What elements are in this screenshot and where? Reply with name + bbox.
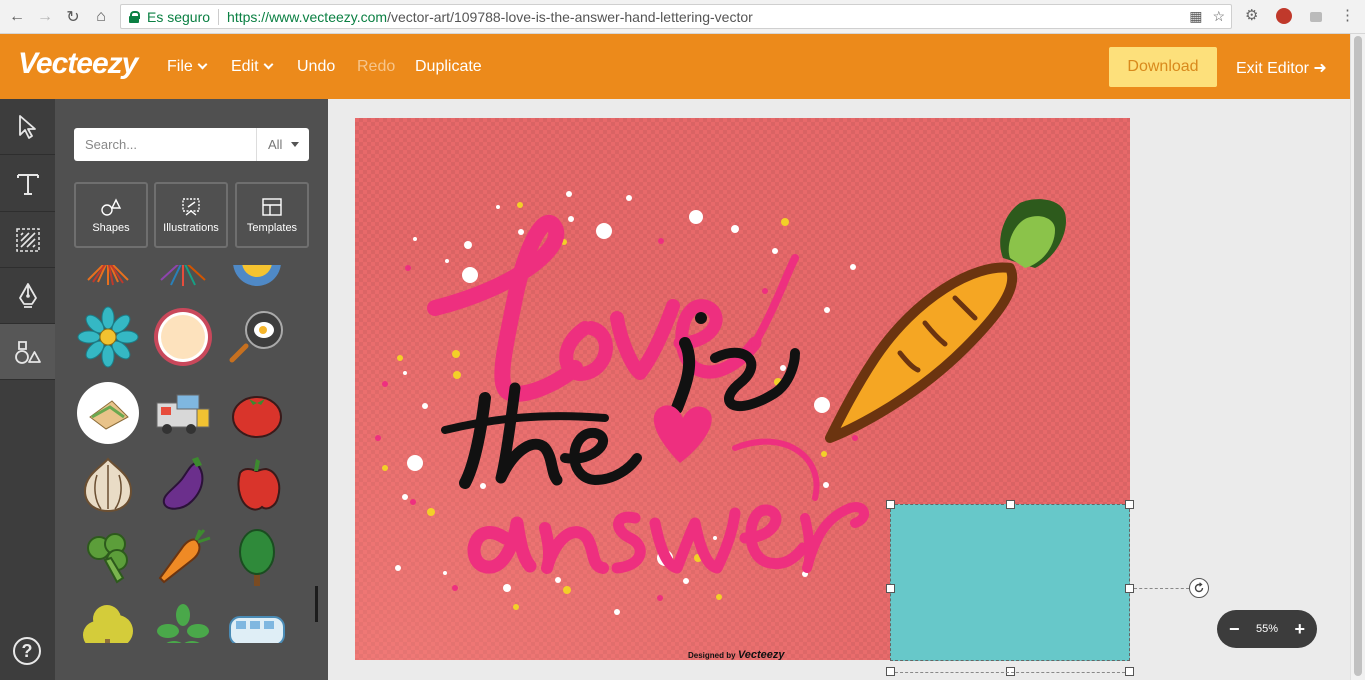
resize-handle-top[interactable] (1006, 500, 1015, 509)
illustrations-category-label: Illustrations (163, 221, 219, 234)
lock-icon (129, 10, 140, 23)
sun-flower-icon[interactable] (224, 265, 290, 293)
undo-button[interactable]: Undo (297, 58, 335, 76)
assets-panel: All Shapes Illustrations Templates (55, 99, 328, 680)
forward-icon[interactable]: → (34, 6, 56, 28)
text-icon (16, 173, 39, 195)
resize-handle-right[interactable] (1125, 584, 1134, 593)
shapes-icon (101, 197, 122, 216)
url-path: /vector-art/109788-love-is-the-answer-ha… (387, 8, 753, 25)
plant-leaves-icon[interactable] (150, 597, 216, 643)
resize-handle-bottom-left[interactable] (886, 667, 895, 676)
panel-scrollbar[interactable] (315, 586, 318, 622)
round-frame-icon[interactable] (150, 304, 216, 370)
pattern-icon (15, 227, 40, 252)
zoom-control: − 55% + (1217, 610, 1317, 648)
pen-tool[interactable] (0, 268, 55, 324)
illustration-icon (182, 197, 200, 216)
help-icon[interactable]: ? (13, 637, 41, 665)
secure-label: Es seguro (147, 8, 211, 25)
frying-pan-egg-icon[interactable] (224, 304, 290, 370)
pattern-tool[interactable] (0, 212, 55, 268)
page-scrollbar[interactable] (1350, 34, 1365, 680)
tomato-icon[interactable] (224, 380, 290, 446)
extension-gear-icon[interactable]: ⚙ (1245, 6, 1258, 24)
canvas-workspace: Designed by Vecteezy − 55% + (328, 99, 1350, 680)
zoom-level: 55% (1255, 623, 1279, 635)
zoom-out-button[interactable]: − (1229, 619, 1240, 640)
translate-icon[interactable]: ▦ (1189, 8, 1202, 25)
back-icon[interactable]: ← (6, 6, 28, 28)
illustrations-category-button[interactable]: Illustrations (154, 182, 228, 248)
filter-value: All (268, 137, 283, 152)
burst-icon[interactable] (150, 265, 216, 293)
chrome-menu-icon[interactable]: ⋮ (1340, 6, 1355, 24)
url-host: https://www.vecteezy.com (227, 8, 388, 25)
resize-handle-left[interactable] (886, 584, 895, 593)
bell-pepper-icon[interactable] (224, 451, 290, 517)
page-scrollbar-thumb[interactable] (1354, 36, 1362, 676)
select-tool[interactable] (0, 99, 55, 155)
teal-flower-icon[interactable] (75, 304, 141, 370)
vecteezy-logo[interactable]: Vecteezy (18, 47, 138, 81)
redo-button[interactable]: Redo (357, 58, 395, 76)
rotate-icon (1194, 582, 1204, 593)
address-bar[interactable]: Es seguro https://www.vecteezy.com/vecto… (120, 4, 1232, 29)
broccoli-icon[interactable] (75, 524, 141, 590)
shapes-category-label: Shapes (92, 221, 130, 234)
edit-menu-label: Edit (231, 58, 259, 75)
resize-handle-top-left[interactable] (886, 500, 895, 509)
caret-down-icon (291, 142, 300, 147)
arrow-right-icon: ➜ (1313, 60, 1327, 77)
shapes-category-button[interactable]: Shapes (74, 182, 148, 248)
pen-nib-icon (18, 282, 37, 308)
adblock-icon[interactable] (1276, 8, 1292, 24)
reload-icon[interactable]: ↻ (62, 6, 84, 28)
templates-category-label: Templates (246, 221, 298, 234)
chevron-down-icon (263, 59, 274, 70)
exit-editor-label: Exit Editor (1236, 60, 1309, 77)
templates-category-button[interactable]: Templates (235, 182, 309, 248)
search-input[interactable] (74, 128, 257, 161)
file-menu-label: File (167, 58, 193, 75)
designed-by-credit: Designed by Vecteezy (688, 649, 785, 660)
home-icon[interactable]: ⌂ (90, 6, 112, 28)
category-filter-select[interactable]: All (256, 128, 309, 161)
file-menu[interactable]: File (167, 58, 208, 76)
tree-icon[interactable] (224, 524, 290, 590)
shapes-tool[interactable] (0, 324, 55, 380)
selected-rectangle[interactable] (890, 504, 1130, 661)
food-truck-icon[interactable] (150, 380, 216, 446)
edit-menu[interactable]: Edit (231, 58, 274, 76)
extension-icon[interactable] (1310, 12, 1322, 22)
exit-editor-button[interactable]: Exit Editor ➜ (1236, 58, 1327, 78)
tool-rail: ? (0, 99, 55, 680)
text-tool[interactable] (0, 156, 55, 212)
duplicate-button[interactable]: Duplicate (415, 58, 482, 76)
eggplant-icon[interactable] (150, 451, 216, 517)
resize-handle-bottom-right[interactable] (1125, 667, 1134, 676)
app-header: Vecteezy File Edit Undo Redo Duplicate D… (0, 34, 1350, 99)
zoom-in-button[interactable]: + (1294, 619, 1305, 640)
rotate-handle[interactable] (1189, 578, 1209, 598)
sandwich-icon[interactable] (75, 380, 141, 446)
garlic-icon[interactable] (75, 451, 141, 517)
secure-indicator[interactable]: Es seguro (121, 9, 210, 25)
camper-van-icon[interactable] (224, 597, 290, 643)
shapes-icon (14, 340, 41, 364)
bookmark-star-icon[interactable]: ☆ (1212, 8, 1225, 25)
cursor-icon (18, 114, 36, 139)
yellow-tree-icon[interactable] (75, 597, 141, 643)
browser-toolbar: ← → ↻ ⌂ Es seguro https://www.vecteezy.c… (0, 0, 1365, 34)
resize-handle-top-right[interactable] (1125, 500, 1134, 509)
download-button[interactable]: Download (1109, 47, 1217, 87)
fireworks-icon[interactable] (75, 265, 141, 293)
asset-grid (72, 265, 297, 643)
chevron-down-icon (197, 59, 208, 70)
carrot-icon[interactable] (150, 524, 216, 590)
template-icon (262, 197, 282, 216)
